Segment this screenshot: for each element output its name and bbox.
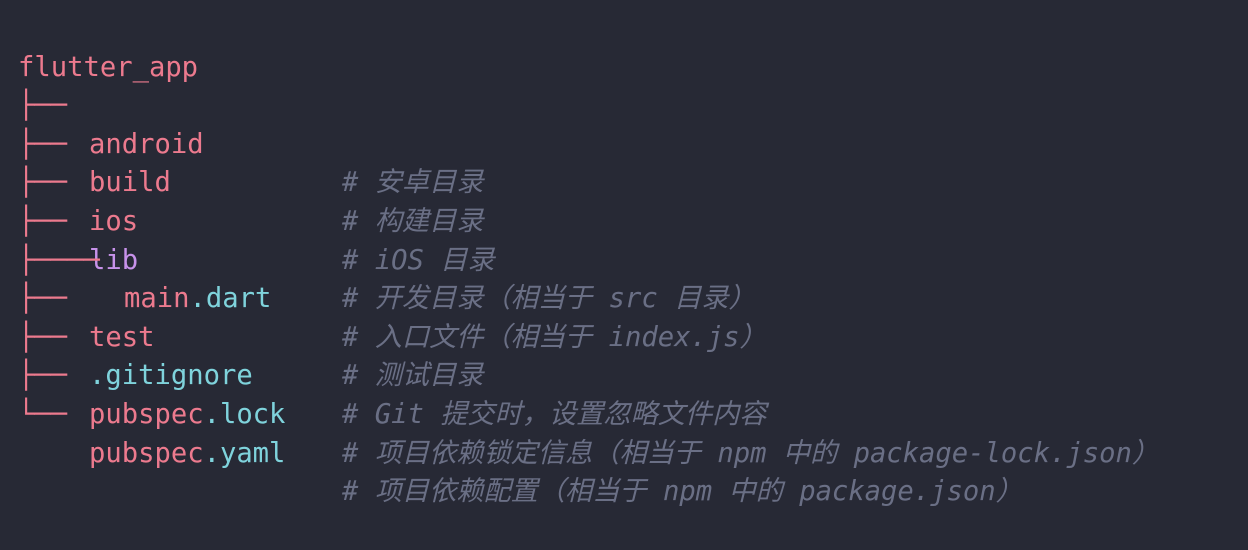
entry-name-base: pubspec: [89, 398, 204, 430]
tree-line-lib: ├── lib # 开发目录（相当于 src 目录）: [0, 164, 756, 314]
entry-name-pubspec-yaml: pubspec.yaml: [89, 435, 285, 474]
entry-comment-lib: # 开发目录（相当于 src 目录）: [342, 283, 756, 315]
tree-line-build: ├── build # 构建目录: [0, 87, 484, 237]
entry-name-pubspec-lock: pubspec.lock: [89, 396, 285, 435]
entry-name-test: test: [89, 321, 155, 353]
entry-name-gitignore: .gitignore: [89, 360, 253, 392]
entry-name-main-dart: main.dart: [124, 280, 271, 319]
tree-line-pubspec-yaml: └── pubspec.yaml # 项目依赖配置（相当于 npm 中的 pac…: [0, 357, 1023, 507]
entry-comment-gitignore: # Git 提交时，设置忽略文件内容: [342, 398, 767, 430]
entry-name-base: main: [124, 283, 190, 315]
entry-comment-build: # 构建目录: [342, 205, 484, 237]
entry-name-build: build: [89, 167, 171, 199]
entry-name-android: android: [89, 128, 204, 160]
entry-name-ios: ios: [89, 205, 139, 237]
tree-line-gitignore: ├── .gitignore # Git 提交时，设置忽略文件内容: [0, 280, 766, 430]
tree-line-android: ├── android # 安卓目录: [0, 49, 484, 198]
tree-line-main-dart: ├──── main.dart # 入口文件（相当于 index.js）: [0, 203, 767, 353]
tree-branch-last: └──: [18, 398, 84, 430]
entry-comment-main-dart: # 入口文件（相当于 index.js）: [342, 321, 767, 353]
entry-comment-ios: # iOS 目录: [342, 244, 495, 276]
tree-line-pubspec-lock: ├── pubspec.lock # 项目依赖锁定信息（相当于 npm 中的 p…: [0, 319, 1159, 468]
entry-name-base: pubspec: [89, 437, 204, 469]
entry-comment-pubspec-yaml: # 项目依赖配置（相当于 npm 中的 package.json）: [342, 476, 1023, 508]
entry-comment-test: # 测试目录: [342, 360, 484, 392]
tree-line-test: ├── test # 测试目录: [0, 242, 484, 391]
entry-comment-android: # 安卓目录: [342, 167, 484, 199]
entry-name-extension: .yaml: [203, 437, 286, 469]
code-block: flutter_app ├── android # 安卓目录 ├── build…: [0, 0, 1248, 507]
entry-comment-pubspec-lock: # 项目依赖锁定信息（相当于 npm 中的 package-lock.json）: [342, 437, 1160, 469]
tree-line-ios: ├── ios # iOS 目录: [0, 126, 495, 275]
entry-name-extension: .dart: [189, 283, 272, 315]
root-line: flutter_app: [0, 10, 198, 83]
entry-name-extension: .lock: [203, 398, 286, 430]
